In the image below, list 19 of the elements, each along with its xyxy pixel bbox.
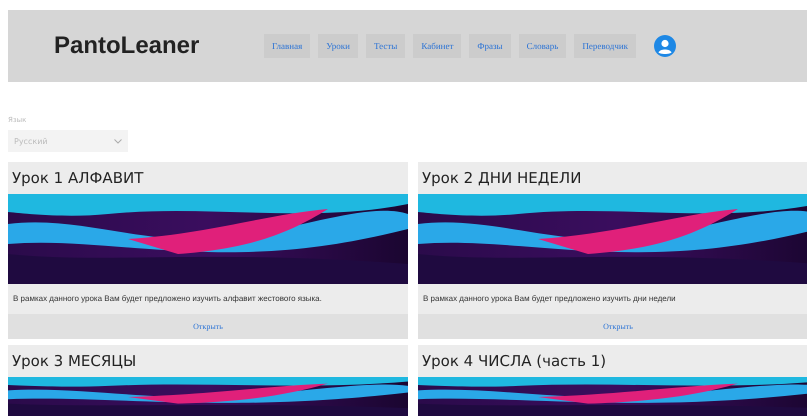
lesson-title: Урок 1 АЛФАВИТ	[11, 168, 144, 189]
lesson-description: В рамках данного урока Вам будет предложено изучить дни недели	[422, 293, 677, 305]
nav-link[interactable]: Кабинет	[413, 34, 462, 58]
lesson-title: Урок 4 ЧИСЛА (часть 1)	[421, 351, 608, 372]
user-avatar-icon[interactable]	[654, 35, 676, 57]
open-button[interactable]: Открыть	[8, 314, 408, 339]
nav-link[interactable]: Словарь	[518, 34, 566, 58]
chevron-down-icon	[114, 138, 122, 144]
nav-link[interactable]: Тесты	[366, 34, 406, 58]
lesson-description: В рамках данного урока Вам будет предложено изучить алфавит жестового языка.	[12, 293, 323, 305]
language-select[interactable]: Русский	[8, 130, 128, 152]
open-button[interactable]: Открыть	[418, 314, 807, 339]
lesson-title: Урок 2 ДНИ НЕДЕЛИ	[421, 168, 582, 189]
site-logo[interactable]: PantoLeaner	[54, 32, 264, 60]
nav-link[interactable]: Фразы	[469, 34, 511, 58]
lesson-title: Урок 3 МЕСЯЦЫ	[11, 351, 138, 372]
nav-link[interactable]: Уроки	[318, 34, 358, 58]
nav-link[interactable]: Переводчик	[574, 34, 636, 58]
nav-link[interactable]: Главная	[264, 34, 310, 58]
